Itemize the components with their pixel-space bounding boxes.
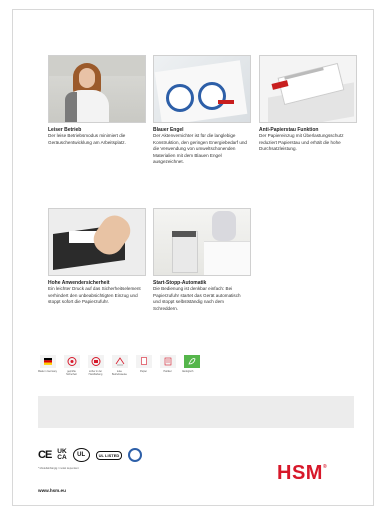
cert-footnote: * Modellabhängig / model dependent: [38, 467, 79, 470]
eco-icon: ökologisch: [182, 355, 201, 376]
feature-icons-row: Made in Germany geprüfte Sicherheit sich…: [38, 355, 201, 376]
blue-angel-icon: [128, 448, 143, 462]
feature-description: Der leise Betriebsmodus minimiert die Ge…: [48, 133, 126, 145]
safety-icon-2: sicher in der Handhabung: [86, 355, 105, 376]
anti-jam-photo: [259, 55, 357, 123]
website-url[interactable]: www.hsm.eu: [38, 488, 66, 493]
germany-flag-icon: Made in Germany: [38, 355, 57, 376]
feature-description: Ein leichter Druck auf das Sicherheitsel…: [48, 286, 141, 305]
feature-quiet-operation: Leiser Betrieb Der leise Betriebsmodus m…: [48, 55, 146, 146]
blue-angel-photo: [153, 55, 251, 123]
user-safety-photo: [48, 208, 146, 276]
paper-icon: Papier: [134, 355, 153, 376]
safety-icon: geprüfte Sicherheit: [62, 355, 81, 376]
info-bar: [38, 396, 354, 428]
noise-icon: leise Betriebsweise: [110, 355, 129, 376]
feature-start-stop: Start-Stopp-Automatik Die Bedienung ist …: [153, 208, 251, 312]
start-stop-photo: [153, 208, 251, 276]
feature-description: Die Bedienung ist denkbar einfach: Bei P…: [153, 286, 241, 311]
shred-icon: Partikel: [158, 355, 177, 376]
ul-mark-icon: UL: [72, 448, 90, 462]
feature-blue-angel: Blauer Engel Der Aktenvernichter ist für…: [153, 55, 251, 166]
hsm-logo: HSM®: [277, 462, 328, 484]
ul-listed-label: UL LISTED: [95, 450, 123, 460]
quiet-operation-photo: [48, 55, 146, 123]
certification-logos: CE UK CA UL UL LISTED: [38, 444, 143, 466]
feature-anti-jam: Anti-Papierstau Funktion Der Papiereinzu…: [259, 55, 357, 153]
ukca-mark-icon: UK CA: [57, 448, 67, 461]
ce-mark-icon: CE: [38, 449, 52, 461]
feature-user-safety: Hohe Anwendersicherheit Ein leichter Dru…: [48, 208, 146, 306]
feature-description: Der Papiereinzug mit Überlastungsschutz …: [259, 133, 344, 152]
feature-description: Der Aktenvernichter ist für die langlebi…: [153, 133, 247, 165]
